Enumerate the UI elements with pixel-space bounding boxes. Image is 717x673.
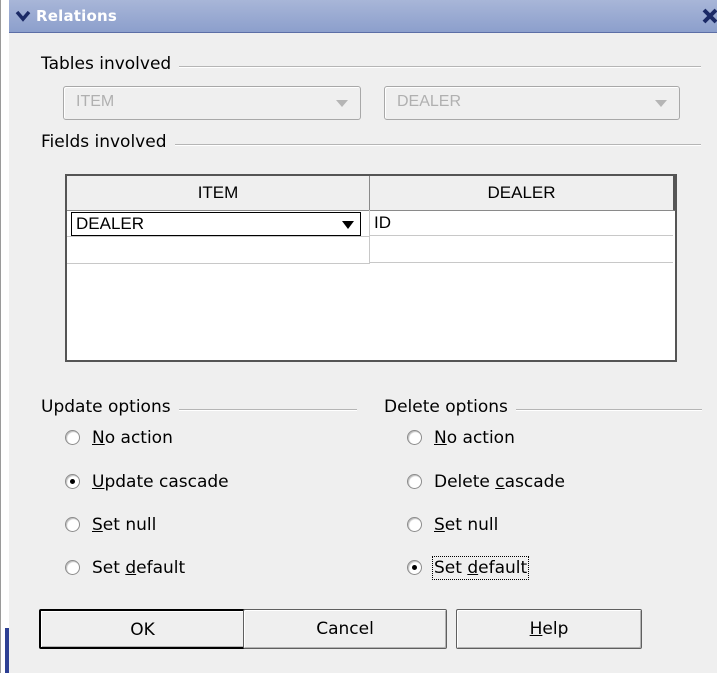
chevron-down-icon <box>342 221 354 229</box>
title-bar[interactable]: Relations <box>9 0 717 33</box>
item-field-combo[interactable]: DEALER <box>71 212 361 236</box>
window-title: Relations <box>36 7 118 25</box>
window-menu-chevron-icon[interactable] <box>15 8 31 24</box>
radio-indicator <box>65 517 80 532</box>
left-table-value: ITEM <box>76 93 115 110</box>
radio-indicator <box>407 474 422 489</box>
right-table-value: DEALER <box>397 93 462 110</box>
radio-indicator <box>65 430 80 445</box>
radio-indicator <box>407 517 422 532</box>
radio-label: Set null <box>434 515 499 535</box>
radio-indicator <box>407 430 422 445</box>
fields-involved-label: Fields involved <box>41 132 175 152</box>
delete-options-label: Delete options <box>384 397 516 417</box>
radio-label-focused: Set default <box>431 556 530 580</box>
help-button[interactable]: Help <box>456 609 642 649</box>
dealer-field-value: ID <box>374 213 391 232</box>
item-field-value: DEALER <box>76 214 145 233</box>
radio-label: Update cascade <box>92 472 229 492</box>
table-row-2-item-cell[interactable] <box>67 237 370 264</box>
radio-label: Delete cascade <box>434 472 565 492</box>
column-header-dealer[interactable]: DEALER <box>370 176 676 211</box>
left-table-combo[interactable]: ITEM <box>63 86 361 120</box>
ok-button[interactable]: OK <box>39 609 246 649</box>
window-edge <box>1 0 9 673</box>
radio-label: Set default <box>92 558 186 578</box>
cancel-button[interactable]: Cancel <box>243 609 447 649</box>
table-row-1-dealer-cell[interactable]: ID <box>370 210 673 236</box>
chevron-down-icon <box>655 100 667 107</box>
radio-label: Set null <box>92 515 157 535</box>
radio-indicator <box>65 560 80 575</box>
relations-dialog: Relations Tables involved ITEM DEALER Fi… <box>0 0 717 673</box>
tables-involved-label: Tables involved <box>41 54 180 74</box>
radio-indicator-selected <box>65 474 80 489</box>
chevron-down-icon <box>336 100 348 107</box>
fields-grid[interactable]: ITEM DEALER ID DEALER <box>65 174 677 362</box>
table-row-2-dealer-cell[interactable] <box>370 237 673 263</box>
radio-indicator-selected <box>407 560 422 575</box>
right-table-combo[interactable]: DEALER <box>384 86 680 120</box>
update-options-label: Update options <box>41 397 179 417</box>
radio-label: No action <box>92 428 173 448</box>
radio-label: No action <box>434 428 515 448</box>
close-icon[interactable] <box>700 6 717 26</box>
column-header-item[interactable]: ITEM <box>67 176 370 211</box>
